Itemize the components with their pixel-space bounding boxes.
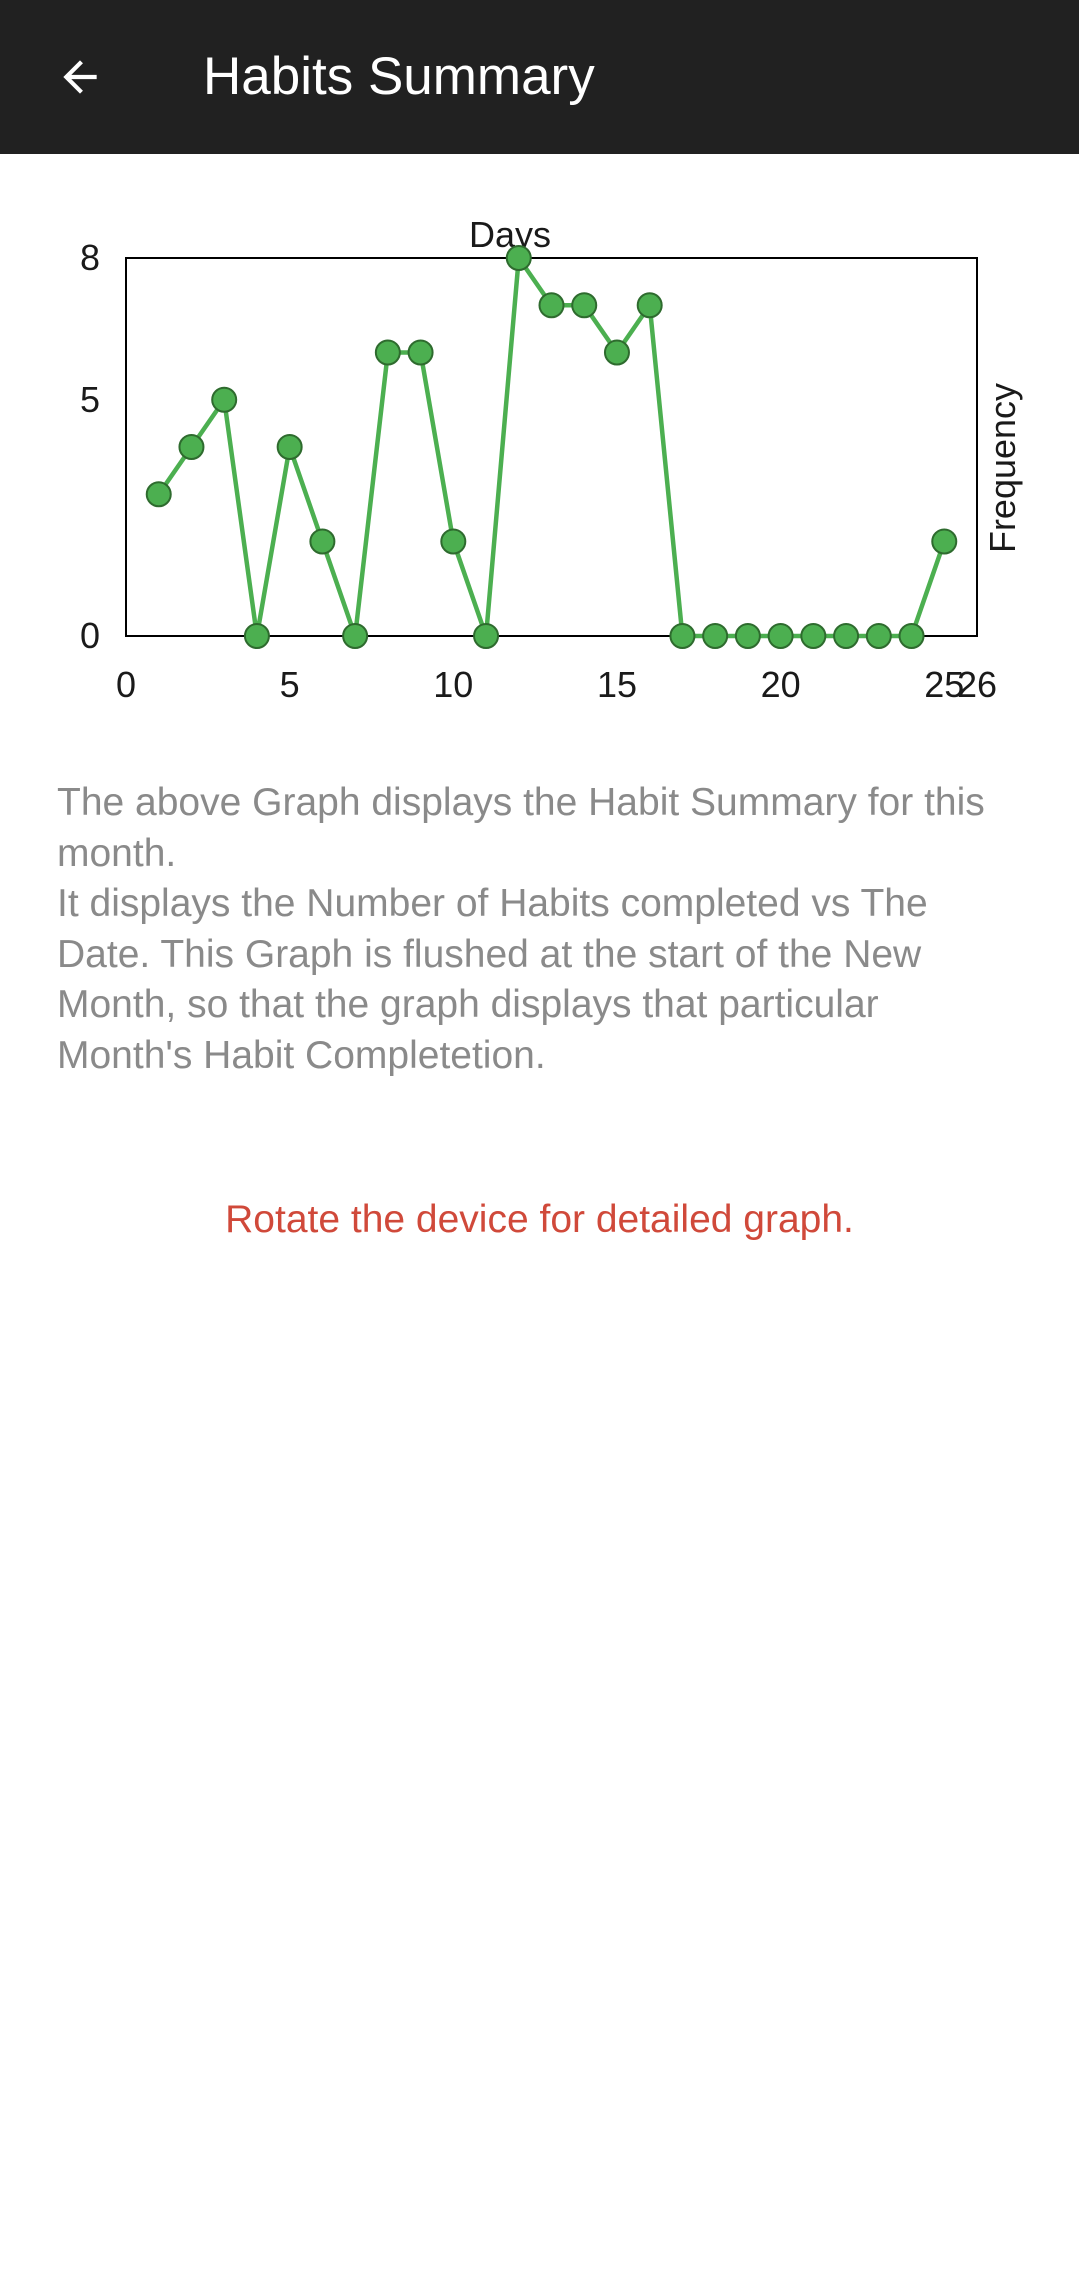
data-point	[145, 481, 172, 508]
x-tick-label: 0	[116, 664, 136, 705]
data-point	[898, 623, 925, 649]
data-point	[440, 528, 467, 555]
x-tick-label: 15	[597, 664, 637, 705]
description-line-2: It displays the Number of Habits complet…	[57, 882, 928, 1077]
data-point	[407, 339, 434, 366]
data-point	[538, 292, 565, 319]
y-tick-label: 5	[80, 379, 100, 420]
data-point	[603, 339, 630, 366]
x-tick-label: 26	[957, 664, 997, 705]
app-bar: Habits Summary	[0, 0, 1079, 154]
data-point	[276, 434, 303, 460]
y-tick-label: 0	[80, 615, 100, 656]
chart-description: The above Graph displays the Habit Summa…	[57, 778, 1017, 1081]
data-points	[145, 245, 958, 649]
x-tick-labels: 0 5 10 15 20 2526	[116, 664, 997, 705]
data-point	[243, 623, 270, 649]
x-tick-label: 10	[433, 664, 473, 705]
data-point	[636, 292, 663, 319]
data-point	[571, 292, 598, 319]
data-point	[767, 623, 794, 649]
data-point	[800, 623, 827, 649]
rotate-hint: Rotate the device for detailed graph.	[225, 1198, 854, 1241]
habit-summary-chart: Days Frequency 0 5 10 15 20 25 26 058	[0, 200, 1079, 720]
data-point	[374, 339, 401, 366]
chart-svg: Days Frequency 0 5 10 15 20 2526 058	[80, 214, 1023, 705]
data-point	[865, 623, 892, 649]
y-axis-label: Frequency	[982, 383, 1023, 553]
arrow-back-icon	[63, 60, 97, 94]
x-tick-label: 20	[761, 664, 801, 705]
data-point	[178, 434, 205, 460]
back-button[interactable]	[40, 37, 120, 117]
data-point	[833, 623, 860, 649]
description-line-1: The above Graph displays the Habit Summa…	[57, 781, 985, 875]
x-tick-label: 5	[280, 664, 300, 705]
data-point	[505, 245, 532, 271]
data-point	[309, 528, 336, 555]
data-point	[473, 623, 500, 649]
data-point	[931, 528, 958, 555]
page-title: Habits Summary	[203, 47, 595, 106]
data-point	[669, 623, 696, 649]
y-tick-label: 8	[80, 237, 100, 278]
data-point	[211, 386, 238, 413]
data-point	[734, 623, 761, 649]
data-point	[342, 623, 369, 649]
y-tick-labels: 0 5 8	[80, 237, 100, 656]
data-point	[702, 623, 729, 649]
